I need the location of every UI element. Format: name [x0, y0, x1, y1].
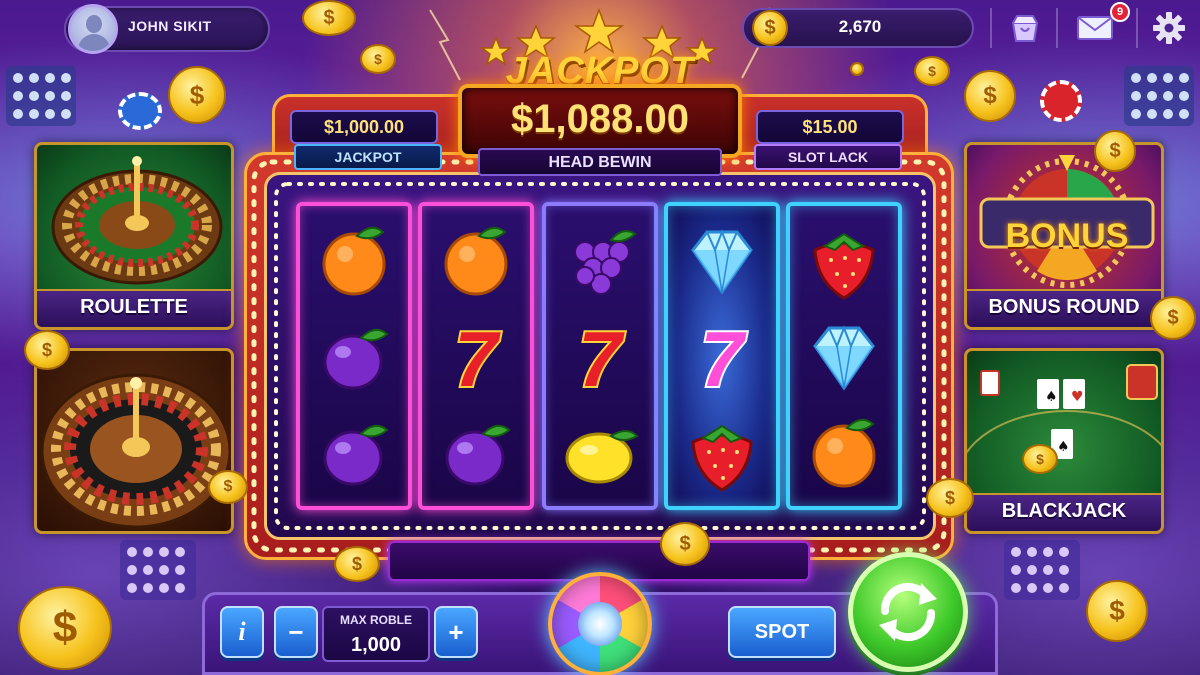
svg-text:♥: ♥: [1071, 389, 1084, 405]
topbar-divider: [990, 8, 992, 48]
svg-text:♠: ♠: [1057, 439, 1070, 455]
coin-icon: [850, 62, 864, 76]
plum-symbol: [433, 408, 519, 499]
roulette-wheel-tile[interactable]: [34, 348, 234, 534]
topbar-divider: [1136, 8, 1138, 48]
orange-symbol: [433, 216, 519, 307]
jackpot-left-value: $1,000.00: [323, 117, 405, 137]
shop-bag-icon[interactable]: [1004, 8, 1046, 48]
svg-text:♠: ♠: [1045, 389, 1058, 405]
refresh-arrows-icon: [879, 582, 937, 642]
gear-icon[interactable]: [1148, 8, 1190, 48]
blackjack-table-icon: ♠ ♥ ♠: [967, 364, 1161, 459]
coin-icon: $: [1094, 130, 1136, 172]
seven-symbol: 7: [679, 312, 765, 405]
coin-icon: $: [18, 586, 112, 670]
coin-icon: $: [208, 470, 248, 504]
poker-chip-icon: [118, 92, 162, 130]
diamond-symbol: [801, 312, 887, 403]
roulette-game-tile[interactable]: ROULETTE: [34, 142, 234, 330]
spin-button[interactable]: [848, 552, 968, 672]
svg-text:7: 7: [454, 315, 501, 398]
roulette-wheel-icon: [40, 373, 231, 529]
avatar-head-shape: [86, 15, 102, 33]
seven-symbol: 7: [557, 312, 643, 405]
coin-icon: $: [914, 56, 950, 86]
bet-value: 1,000: [350, 634, 402, 656]
strawberry-symbol: [801, 216, 887, 307]
coin-icon: $: [964, 70, 1016, 122]
coin-icon: $: [168, 66, 226, 124]
increase-bet-button[interactable]: +: [434, 606, 478, 658]
poker-chip-icon: [1040, 80, 1082, 122]
roulette-wheel-icon: [51, 156, 223, 285]
jackpot-main-value: $1,088.00: [511, 97, 689, 141]
coin-icon: $: [302, 0, 356, 36]
blackjack-game-tile[interactable]: ♠ ♥ ♠ BLACKJACK: [964, 348, 1164, 534]
jackpot-left-label: JACKPOT: [334, 149, 402, 165]
decrease-bet-button[interactable]: −: [274, 606, 318, 658]
bonus-round-label: BONUS ROUND: [988, 296, 1140, 318]
coin-icon: $: [360, 44, 396, 74]
bonus-sign-text: BONUS: [1005, 217, 1129, 255]
seven-symbol: 7: [433, 312, 519, 405]
lemon-symbol: [557, 408, 643, 499]
bet-label: MAX ROBLE: [340, 613, 412, 627]
grapes-symbol: [557, 216, 643, 307]
plum-symbol: [311, 312, 397, 403]
coin-icon: $: [1022, 444, 1058, 474]
blackjack-label: BLACKJACK: [1001, 500, 1127, 522]
coin-icon: $: [24, 330, 70, 370]
topbar-divider: [1056, 8, 1058, 48]
orange-symbol: [311, 216, 397, 307]
strawberry-symbol: [679, 408, 765, 499]
jackpot-right-value: $15.00: [802, 117, 858, 137]
player-name: JOHN SIKIT: [128, 18, 212, 34]
coin-balance-value: 2,670: [838, 17, 882, 36]
bonus-round-game-tile[interactable]: BONUS BONUS ROUND: [964, 142, 1164, 330]
info-button[interactable]: i: [220, 606, 264, 658]
coin-icon: $: [1086, 580, 1148, 642]
jackpot-right-label: SLOT LACK: [787, 149, 869, 165]
jackpot-main-label: HEAD BEWIN: [548, 154, 652, 171]
mail-unread-badge: 9: [1110, 2, 1130, 22]
lucky-wheel-center: [578, 602, 622, 646]
coin-icon: $: [1150, 296, 1196, 340]
diamond-symbol: [679, 216, 765, 307]
roulette-label: ROULETTE: [80, 296, 188, 318]
coin-icon: $: [660, 522, 710, 566]
spot-button[interactable]: SPOT: [728, 606, 836, 658]
svg-text:7: 7: [700, 315, 747, 398]
svg-text:7: 7: [578, 315, 625, 398]
avatar[interactable]: [68, 4, 118, 54]
coin-icon: $: [334, 546, 380, 582]
orange-symbol: [801, 408, 887, 499]
plum-symbol: [311, 408, 397, 499]
coin-icon: $: [752, 10, 788, 46]
coin-icon: $: [926, 478, 974, 518]
